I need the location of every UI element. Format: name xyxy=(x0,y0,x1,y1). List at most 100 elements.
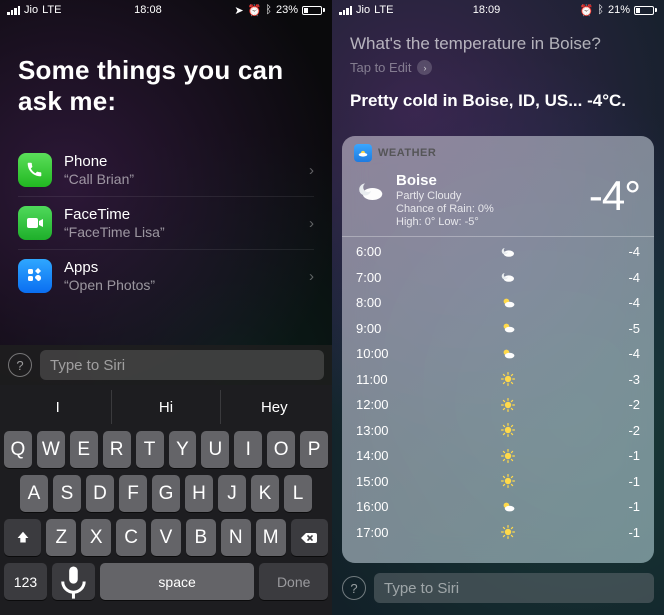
hour-time: 17:00 xyxy=(356,525,406,540)
siri-answer: Pretty cold in Boise, ID, US... -4°C. xyxy=(350,91,646,111)
hour-temp: -4 xyxy=(610,270,640,285)
signal-icon xyxy=(339,6,352,15)
hour-condition-icon xyxy=(406,499,610,515)
key-numbers[interactable]: 123 xyxy=(4,563,47,600)
key-C[interactable]: C xyxy=(116,519,146,556)
suggestion-item[interactable]: Phone “Call Brian” › xyxy=(18,144,314,197)
bluetooth-icon: ᛒ xyxy=(597,4,604,16)
hour-temp: -3 xyxy=(610,372,640,387)
status-bar: Jio LTE 18:09 ⏰ ᛒ 21% xyxy=(332,0,664,20)
key-U[interactable]: U xyxy=(201,431,229,468)
hour-temp: -1 xyxy=(610,525,640,540)
key-E[interactable]: E xyxy=(70,431,98,468)
shift-icon xyxy=(14,529,32,547)
suggestion-example: “FaceTime Lisa” xyxy=(64,224,297,240)
weather-card[interactable]: WEATHER Boise Partly Cloudy Chance of Ra… xyxy=(342,136,654,563)
prediction[interactable]: Hey xyxy=(221,390,328,424)
hourly-row: 6:00 -4 xyxy=(356,239,640,265)
hour-condition-icon xyxy=(406,244,610,260)
key-X[interactable]: X xyxy=(81,519,111,556)
key-Y[interactable]: Y xyxy=(169,431,197,468)
suggestion-title: Apps xyxy=(64,259,297,276)
hourly-row: 10:00 -4 xyxy=(356,341,640,367)
hour-condition-icon xyxy=(406,269,610,285)
clock: 18:08 xyxy=(134,4,162,16)
chevron-right-icon: › xyxy=(309,215,314,232)
hour-condition-icon xyxy=(406,422,610,438)
siri-input-row: ? Type to Siri xyxy=(332,567,664,609)
suggestion-item[interactable]: Apps “Open Photos” › xyxy=(18,250,314,302)
high-low: High: 0° Low: -5° xyxy=(396,216,589,228)
phone-icon xyxy=(18,153,52,187)
key-Z[interactable]: Z xyxy=(46,519,76,556)
siri-text-input[interactable]: Type to Siri xyxy=(40,350,324,380)
clock: 18:09 xyxy=(473,4,501,16)
key-M[interactable]: M xyxy=(256,519,286,556)
key-B[interactable]: B xyxy=(186,519,216,556)
hour-time: 15:00 xyxy=(356,474,406,489)
hourly-row: 11:00 -3 xyxy=(356,367,640,393)
prediction[interactable]: Hi xyxy=(112,390,220,424)
hourly-row: 13:00 -2 xyxy=(356,418,640,444)
key-dictate[interactable] xyxy=(52,563,95,600)
key-V[interactable]: V xyxy=(151,519,181,556)
condition-text: Partly Cloudy xyxy=(396,190,589,202)
key-H[interactable]: H xyxy=(185,475,213,512)
battery-pct: 23% xyxy=(276,4,298,16)
tap-to-edit[interactable]: Tap to Edit › xyxy=(350,60,646,75)
location-icon: ➤ xyxy=(234,4,243,17)
carrier-label: Jio xyxy=(356,4,370,16)
key-Q[interactable]: Q xyxy=(4,431,32,468)
hourly-row: 14:00 -1 xyxy=(356,443,640,469)
suggestion-item[interactable]: FaceTime “FaceTime Lisa” › xyxy=(18,197,314,250)
key-I[interactable]: I xyxy=(234,431,262,468)
siri-heading: Some things you can ask me: xyxy=(18,55,314,116)
suggestion-example: “Call Brian” xyxy=(64,171,297,187)
user-query: What's the temperature in Boise? xyxy=(350,34,646,54)
key-T[interactable]: T xyxy=(136,431,164,468)
key-K[interactable]: K xyxy=(251,475,279,512)
hour-time: 16:00 xyxy=(356,499,406,514)
key-R[interactable]: R xyxy=(103,431,131,468)
help-button[interactable]: ? xyxy=(342,576,366,600)
key-J[interactable]: J xyxy=(218,475,246,512)
signal-icon xyxy=(7,6,20,15)
hour-temp: -4 xyxy=(610,295,640,310)
key-N[interactable]: N xyxy=(221,519,251,556)
help-button[interactable]: ? xyxy=(8,353,32,377)
siri-input-placeholder: Type to Siri xyxy=(384,580,459,597)
key-space[interactable]: space xyxy=(100,563,255,600)
key-D[interactable]: D xyxy=(86,475,114,512)
screen-right-weather-answer: Jio LTE 18:09 ⏰ ᛒ 21% What's the tempera… xyxy=(332,0,664,615)
key-W[interactable]: W xyxy=(37,431,65,468)
bluetooth-icon: ᛒ xyxy=(265,4,272,16)
suggestion-example: “Open Photos” xyxy=(64,277,297,293)
key-G[interactable]: G xyxy=(152,475,180,512)
key-S[interactable]: S xyxy=(53,475,81,512)
battery-icon xyxy=(302,6,325,15)
key-done[interactable]: Done xyxy=(259,563,328,600)
current-condition-icon xyxy=(356,172,396,228)
key-A[interactable]: A xyxy=(20,475,48,512)
key-shift[interactable] xyxy=(4,519,41,556)
hour-temp: -1 xyxy=(610,474,640,489)
key-backspace[interactable] xyxy=(291,519,328,556)
hour-time: 7:00 xyxy=(356,270,406,285)
apps-icon xyxy=(18,259,52,293)
key-L[interactable]: L xyxy=(284,475,312,512)
key-F[interactable]: F xyxy=(119,475,147,512)
network-label: LTE xyxy=(42,4,61,16)
facetime-icon xyxy=(18,206,52,240)
hour-condition-icon xyxy=(406,371,610,387)
siri-text-input[interactable]: Type to Siri xyxy=(374,573,654,603)
hour-condition-icon xyxy=(406,448,610,464)
weather-app-label: WEATHER xyxy=(378,147,436,159)
suggestion-title: Phone xyxy=(64,153,297,170)
hour-time: 13:00 xyxy=(356,423,406,438)
battery-pct: 21% xyxy=(608,4,630,16)
key-O[interactable]: O xyxy=(267,431,295,468)
key-P[interactable]: P xyxy=(300,431,328,468)
hour-time: 11:00 xyxy=(356,372,406,387)
hourly-row: 8:00 -4 xyxy=(356,290,640,316)
prediction[interactable]: I xyxy=(4,390,112,424)
